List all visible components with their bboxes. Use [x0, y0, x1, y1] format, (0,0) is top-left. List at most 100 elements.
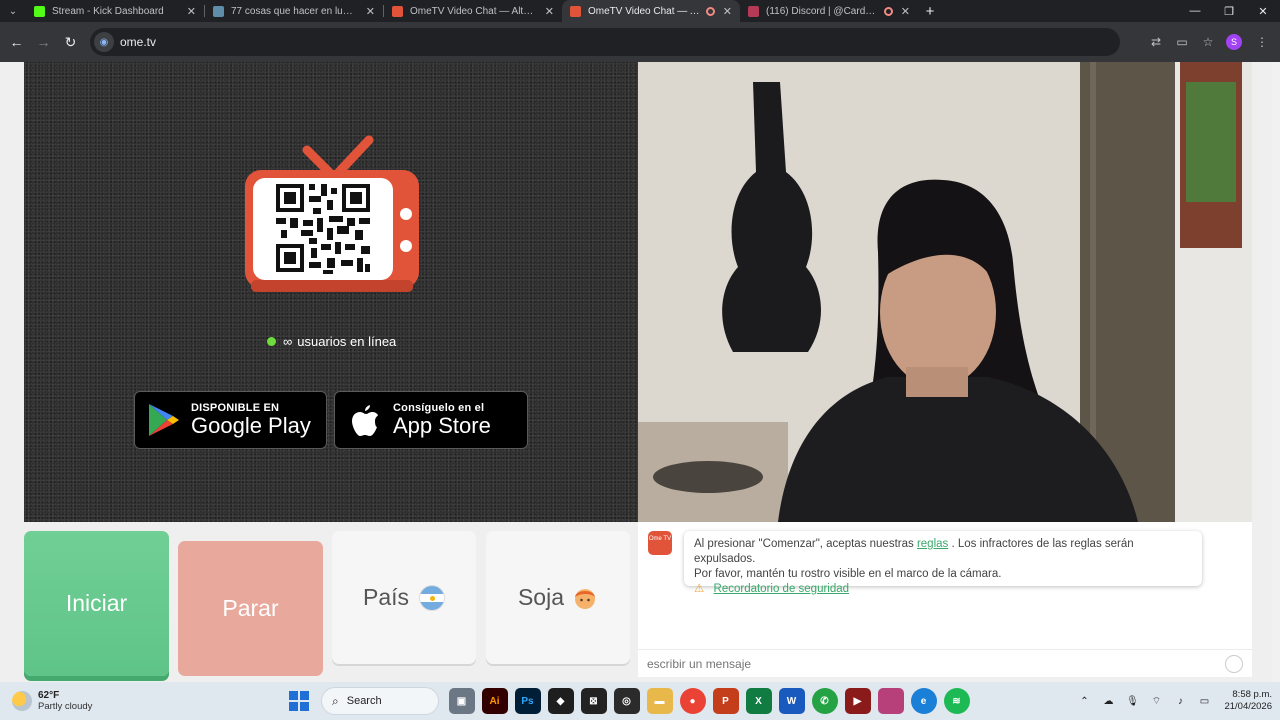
- gender-filter-button[interactable]: Soja: [486, 531, 630, 664]
- tab-close-icon[interactable]: ✕: [723, 5, 732, 18]
- windows-taskbar: 62°F Partly cloudy ⌕ Search ▣ Ai Ps ◆ ⊠ …: [0, 682, 1280, 720]
- browser-toolbar: ← → ↻ ◉ ome.tv ⇄ ▭ ☆ S ⋮: [0, 22, 1280, 62]
- powerpoint-app-icon[interactable]: P: [712, 688, 739, 714]
- warning-icon: ⚠: [694, 583, 705, 595]
- rules-notice: Al presionar "Comenzar", aceptas nuestra…: [684, 531, 1202, 595]
- translate-icon[interactable]: ⇄: [1144, 30, 1168, 54]
- ometv-logo-icon: Ome TV: [648, 531, 672, 555]
- notice-text-pre: Al presionar "Comenzar", aceptas nuestra…: [694, 538, 914, 550]
- partly-cloudy-icon: [12, 691, 32, 711]
- profile-avatar[interactable]: S: [1226, 34, 1242, 50]
- start-button[interactable]: Iniciar: [24, 531, 169, 676]
- rules-link[interactable]: reglas: [917, 538, 948, 550]
- media-app-icon[interactable]: ▶: [844, 688, 871, 714]
- edge-app-icon[interactable]: e: [910, 688, 937, 714]
- tab-ometv-1[interactable]: OmeTV Video Chat — Alternati ✕: [384, 0, 562, 22]
- kick-favicon-icon: [34, 5, 45, 17]
- pink-app-icon[interactable]: [877, 688, 904, 714]
- app-store-big-text: App Store: [393, 413, 491, 438]
- task-view-icon[interactable]: ▣: [448, 688, 475, 714]
- tab-close-icon[interactable]: ✕: [545, 5, 554, 18]
- microphone-icon[interactable]: 🎙: [1123, 692, 1141, 710]
- back-arrow-icon[interactable]: ←: [3, 22, 30, 62]
- spotify-app-icon[interactable]: ≋: [943, 688, 970, 714]
- word-app-icon[interactable]: W: [778, 688, 805, 714]
- page-scrollbar[interactable]: [1272, 62, 1280, 682]
- tab-close-icon[interactable]: ✕: [901, 5, 910, 18]
- search-label: Search: [346, 695, 382, 707]
- weather-description: Partly cloudy: [38, 701, 93, 712]
- chat-panel: Ome TV Al presionar "Comenzar", aceptas …: [638, 522, 1252, 677]
- app-store-badge[interactable]: Consíguelo en el App Store: [334, 391, 528, 449]
- taskbar-search[interactable]: ⌕ Search: [321, 687, 439, 715]
- onedrive-cloud-icon[interactable]: ☁: [1099, 692, 1117, 710]
- wifi-icon[interactable]: ⌔: [1147, 692, 1165, 710]
- tab-close-icon[interactable]: ✕: [187, 5, 196, 18]
- safety-reminder-link[interactable]: Recordatorio de seguridad: [714, 583, 850, 595]
- tab-search-chevron-icon[interactable]: ⌄: [0, 0, 26, 22]
- system-tray: ⌃ ☁ 🎙 ⌔ ♪ ▭ 8:58 p.m. 21/04/2026: [1072, 682, 1272, 720]
- photoshop-app-icon[interactable]: Ps: [514, 688, 541, 714]
- toolbar-actions: ⇄ ▭ ☆ S ⋮: [1142, 30, 1274, 54]
- forward-arrow-icon[interactable]: →: [30, 22, 57, 62]
- obs-app-icon[interactable]: ◎: [613, 688, 640, 714]
- ometv-page: ∞ usuarios en línea DISPONIBLE EN Google…: [0, 62, 1280, 682]
- tab-title: 77 cosas que hacer en lugar de: [231, 5, 358, 17]
- chrome-app-icon[interactable]: ●: [679, 688, 706, 714]
- online-status-dot-icon: [267, 337, 276, 346]
- weather-widget[interactable]: 62°F Partly cloudy: [12, 690, 132, 712]
- bookmark-star-icon[interactable]: ☆: [1196, 30, 1220, 54]
- excel-app-icon[interactable]: X: [745, 688, 772, 714]
- tab-ometv-active[interactable]: OmeTV Video Chat — Alter ✕: [562, 0, 740, 22]
- apple-logo-icon: [352, 405, 378, 436]
- tab-discord[interactable]: (116) Discord | @Cardona ✕: [740, 0, 918, 22]
- illustrator-app-icon[interactable]: Ai: [481, 688, 508, 714]
- close-window-icon[interactable]: ✕: [1246, 0, 1280, 22]
- cast-icon[interactable]: ▭: [1170, 30, 1194, 54]
- message-input[interactable]: [647, 656, 1207, 671]
- kebab-menu-icon[interactable]: ⋮: [1250, 30, 1274, 54]
- volume-icon[interactable]: ♪: [1171, 692, 1189, 710]
- battery-icon[interactable]: ▭: [1195, 692, 1213, 710]
- own-camera-video: [638, 62, 1252, 522]
- figma-app-icon[interactable]: ◆: [547, 688, 574, 714]
- new-tab-plus-icon[interactable]: +: [918, 0, 942, 22]
- tab-title: OmeTV Video Chat — Alternati: [410, 5, 537, 17]
- url-text[interactable]: ome.tv: [120, 35, 156, 49]
- tab-77-cosas[interactable]: 77 cosas que hacer en lugar de ✕: [205, 0, 383, 22]
- google-play-big-text: Google Play: [191, 413, 311, 438]
- gender-label: Soja: [517, 584, 565, 610]
- weather-temperature: 62°F: [38, 690, 60, 701]
- ometv-qr-tv-icon: [245, 135, 419, 292]
- page-favicon-icon: [213, 5, 224, 17]
- message-bar: [638, 649, 1252, 677]
- clock-time: 8:58 p.m.: [1232, 689, 1272, 700]
- clock-date: 21/04/2026: [1224, 701, 1272, 712]
- country-filter-button[interactable]: País: [332, 531, 476, 664]
- reload-icon[interactable]: ↻: [57, 22, 84, 62]
- tab-title: (116) Discord | @Cardona: [766, 5, 880, 17]
- file-explorer-icon[interactable]: ▬: [646, 688, 673, 714]
- show-hidden-icons-chevron-icon[interactable]: ⌃: [1075, 692, 1093, 710]
- window-controls: — ❐ ✕: [1178, 0, 1280, 22]
- tab-title: Stream - Kick Dashboard: [52, 5, 164, 17]
- stop-button[interactable]: Parar: [178, 541, 323, 676]
- emoji-smiley-icon[interactable]: [1225, 655, 1243, 673]
- google-play-logo-icon: [149, 404, 179, 436]
- taskbar-apps: ⌕ Search ▣ Ai Ps ◆ ⊠ ◎ ▬ ● P X W ✆ ▶ e ≋: [282, 682, 973, 720]
- notice-line-3: ⚠ Recordatorio de seguridad: [694, 582, 1192, 597]
- whatsapp-app-icon[interactable]: ✆: [811, 688, 838, 714]
- site-info-icon[interactable]: ◉: [94, 32, 114, 52]
- restore-icon[interactable]: ❐: [1212, 0, 1246, 22]
- capcut-app-icon[interactable]: ⊠: [580, 688, 607, 714]
- tab-close-icon[interactable]: ✕: [366, 5, 375, 18]
- browser-tab-strip: ⌄ Stream - Kick Dashboard ✕ 77 cosas que…: [0, 0, 1280, 22]
- search-icon: ⌕: [332, 693, 339, 708]
- system-clock[interactable]: 8:58 p.m. 21/04/2026: [1224, 689, 1272, 713]
- windows-start-icon[interactable]: [286, 688, 312, 714]
- address-bar[interactable]: ◉ ome.tv: [90, 28, 1120, 56]
- minimize-icon[interactable]: —: [1178, 0, 1212, 22]
- ometv-favicon-icon: [570, 5, 581, 17]
- google-play-badge[interactable]: DISPONIBLE EN Google Play: [134, 391, 327, 449]
- tab-kick-dashboard[interactable]: Stream - Kick Dashboard ✕: [26, 0, 204, 22]
